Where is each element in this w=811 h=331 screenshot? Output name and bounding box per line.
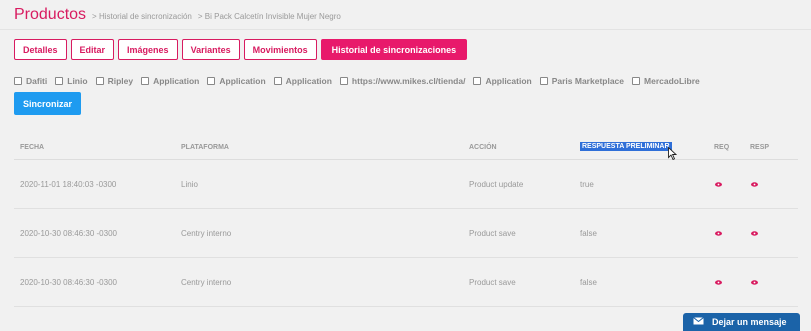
cell-plataforma: Linio [181,180,198,189]
page-title: Productos [14,6,87,23]
checkbox[interactable] [95,77,104,85]
leave-message-button[interactable]: Dejar un mensaje [683,313,800,331]
breadcrumb-history[interactable]: > Historial de sincronización [92,12,192,21]
cell-accion: Product save [469,229,516,238]
sync-history-table: FECHA PLATAFORMA ACCIÓN RESPUESTA PRELIM… [14,132,798,307]
tab-editar[interactable]: Editar [70,39,115,60]
product-tabs: Detalles Editar Imágenes Variantes Movim… [14,39,468,60]
platform-label: MercadoLibre [644,76,700,86]
checkbox[interactable] [141,77,150,85]
column-accion: ACCIÓN [469,144,497,151]
platform-label: Paris Marketplace [551,76,625,86]
cell-fecha: 2020-10-30 08:46:30 -0300 [20,278,117,287]
breadcrumb-product[interactable]: > Bi Pack Calcetín Invisible Mujer Negro [198,12,341,21]
platform-label: Application [285,76,332,86]
cell-respuesta: true [580,180,594,189]
checkbox[interactable] [339,77,348,85]
platform-option[interactable]: Dafiti [14,76,47,86]
platform-label: Application [219,76,266,86]
column-fecha: FECHA [20,144,45,151]
tab-variantes[interactable]: Variantes [181,39,240,60]
req-eye-icon[interactable] [715,280,722,285]
cell-fecha: 2020-10-30 08:46:30 -0300 [20,229,117,238]
cell-respuesta: false [580,278,597,287]
envelope-icon [693,317,704,327]
platform-label: Linio [67,76,88,86]
tab-detalles[interactable]: Detalles [14,39,67,60]
platform-label: Application [485,76,532,86]
cell-fecha: 2020-11-01 18:40:03 -0300 [20,180,117,189]
checkbox[interactable] [473,77,482,85]
cell-plataforma: Centry interno [181,229,232,238]
tab-imagenes[interactable]: Imágenes [118,39,178,60]
resp-eye-icon[interactable] [751,280,758,285]
table-row: 2020-10-30 08:46:30 -0300 Centry interno… [14,209,798,258]
mouse-pointer-icon [668,146,678,165]
page-header: Productos > Historial de sincronización … [14,6,341,24]
platform-option[interactable]: Application [207,76,266,86]
cell-accion: Product update [469,180,524,189]
tab-historial-sincronizaciones[interactable]: Historial de sincronizaciones [320,39,468,60]
checkbox[interactable] [632,77,641,85]
req-eye-icon[interactable] [715,182,722,187]
cell-respuesta: false [580,229,597,238]
table-header: FECHA PLATAFORMA ACCIÓN RESPUESTA PRELIM… [14,132,798,160]
header-divider [0,29,811,30]
resp-eye-icon[interactable] [751,182,758,187]
checkbox[interactable] [207,77,216,85]
table-row: 2020-11-01 18:40:03 -0300 Linio Product … [14,160,798,209]
column-req: REQ [714,144,730,151]
platform-label: Application [153,76,200,86]
checkbox[interactable] [539,77,548,85]
cell-plataforma: Centry interno [181,278,232,287]
platform-label: https://www.mikes.cl/tienda/ [351,76,466,86]
sync-button[interactable]: Sincronizar [14,92,81,115]
platform-option[interactable]: Application [141,76,199,86]
column-resp: RESP [750,144,770,151]
tab-movimientos[interactable]: Movimientos [243,39,317,60]
req-eye-icon[interactable] [715,231,722,236]
platform-label: Ripley [107,76,134,86]
platform-option[interactable]: Ripley [95,76,134,86]
table-row: 2020-10-30 08:46:30 -0300 Centry interno… [14,258,798,307]
platform-option[interactable]: Linio [55,76,88,86]
cell-accion: Product save [469,278,516,287]
platform-option[interactable]: Application [473,76,532,86]
resp-eye-icon[interactable] [751,231,758,236]
column-respuesta-preliminar: RESPUESTA PRELIMINAR [580,142,672,151]
column-plataforma: PLATAFORMA [181,144,229,151]
platform-option[interactable]: MercadoLibre [632,76,700,86]
checkbox[interactable] [14,77,22,85]
platform-option[interactable]: Application [273,76,332,86]
platform-label: Dafiti [26,76,48,86]
checkbox[interactable] [273,77,282,85]
platform-option[interactable]: https://www.mikes.cl/tienda/ [339,76,466,86]
leave-message-label: Dejar un mensaje [712,317,787,327]
checkbox[interactable] [55,77,64,85]
platform-checkbox-list: Dafiti Linio Ripley Application Applicat… [14,76,700,86]
platform-option[interactable]: Paris Marketplace [539,76,625,86]
